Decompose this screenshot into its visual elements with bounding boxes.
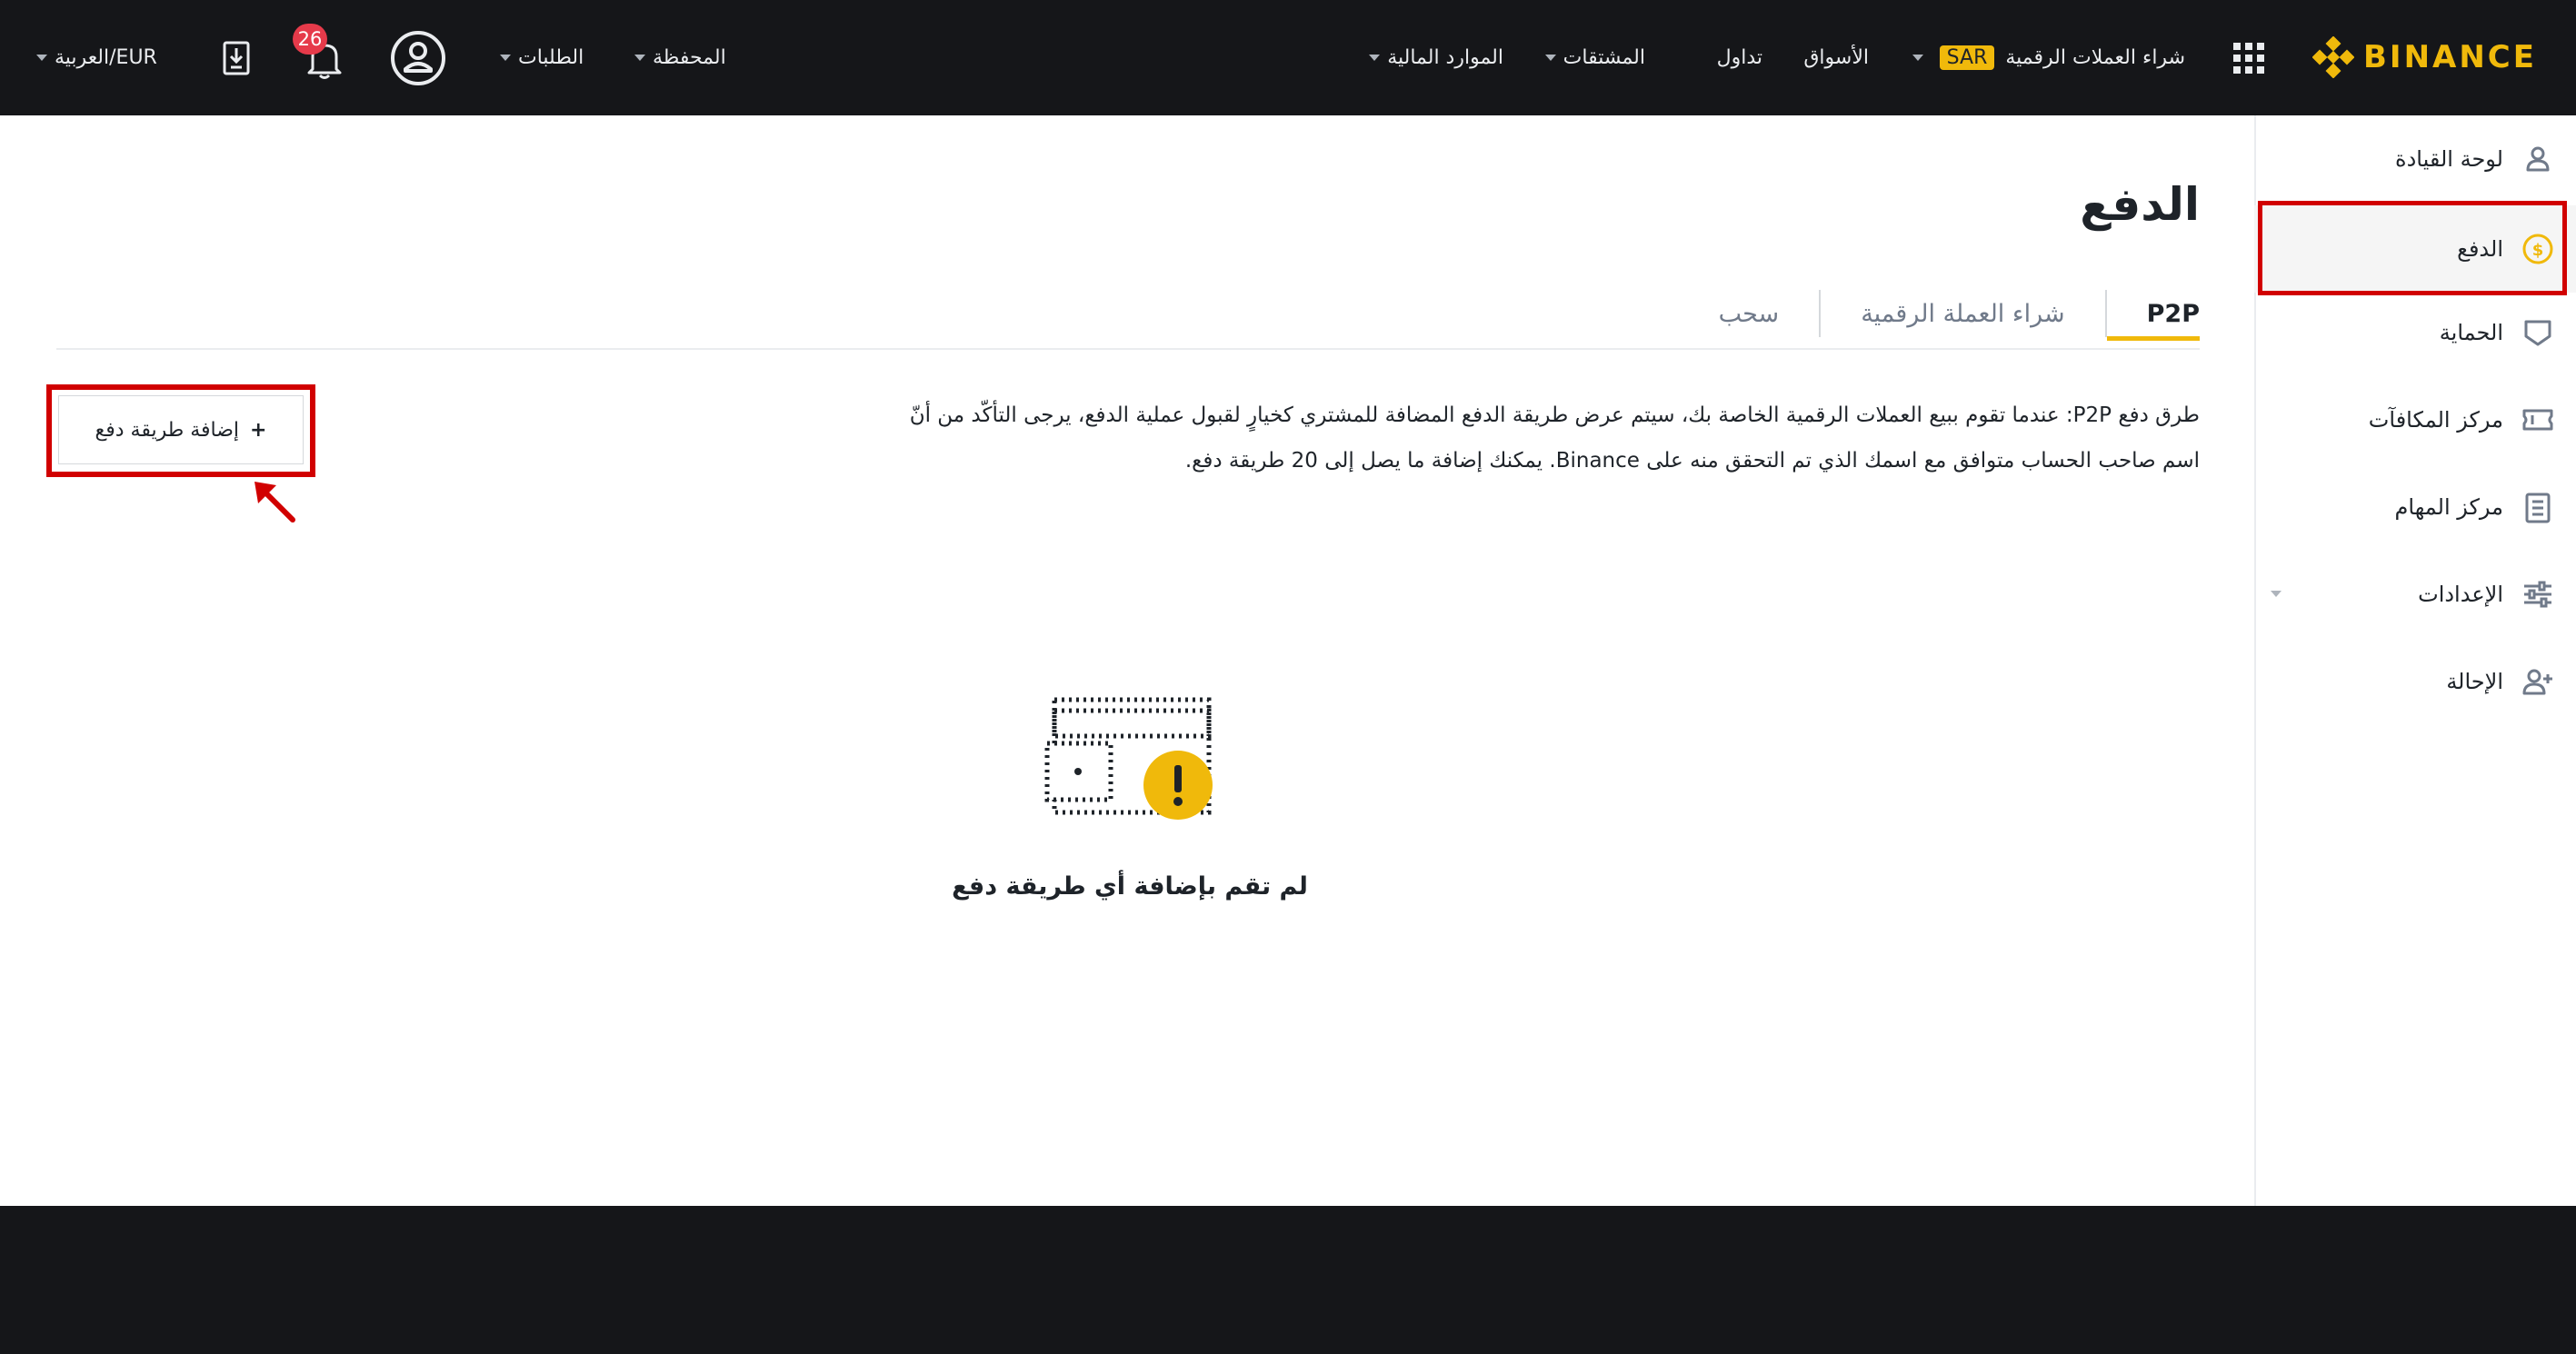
binance-logo-icon xyxy=(2312,36,2354,78)
notification-count-badge: 26 xyxy=(293,24,327,55)
sidebar-item-label: مركز المهام xyxy=(2394,494,2503,520)
sidebar-item-dashboard[interactable]: لوحة القيادة xyxy=(2254,115,2576,203)
nav-finance[interactable]: الموارد المالية xyxy=(1362,0,1503,115)
currency-badge: SAR xyxy=(1939,45,1995,70)
sidebar-item-label: لوحة القيادة xyxy=(2395,146,2503,172)
brand-name: BINANCE xyxy=(2363,39,2537,75)
plus-icon: + xyxy=(250,418,267,442)
chevron-down-icon xyxy=(1369,55,1381,61)
nav-derivatives[interactable]: المشتقات xyxy=(1538,0,1645,115)
footer-bar xyxy=(0,1206,2576,1354)
payment-tabs: P2P شراء العملة الرقمية سحب xyxy=(1679,286,2201,341)
sidebar-item-label: الإحالة xyxy=(2446,669,2503,694)
user-icon xyxy=(2526,146,2550,172)
binance-logo[interactable]: BINANCE xyxy=(2312,35,2537,80)
nav-buy-crypto[interactable]: SAR شراء العملات الرقمية xyxy=(1905,0,2185,115)
nav-wallet-label: المحفظة xyxy=(653,46,726,69)
pointer-arrow-icon xyxy=(255,482,295,523)
sidebar-item-label: الإعدادات xyxy=(2418,582,2503,607)
apps-grid-icon[interactable] xyxy=(2233,43,2264,74)
sidebar-item-security[interactable]: الحماية xyxy=(2254,289,2576,376)
sidebar-item-label: مركز المكافآت xyxy=(2368,407,2503,433)
nav-wallet[interactable]: المحفظة xyxy=(627,0,726,115)
add-payment-method-label: إضافة طريقة دفع xyxy=(95,418,240,442)
sliders-icon xyxy=(2524,581,2551,608)
chevron-down-icon xyxy=(1912,55,1923,61)
sidebar-item-task-center[interactable]: مركز المهام xyxy=(2254,463,2576,551)
sidebar-item-rewards-center[interactable]: مركز المكافآت xyxy=(2254,376,2576,463)
checklist-icon xyxy=(2525,493,2551,523)
shield-icon xyxy=(2524,320,2551,346)
nav-finance-label: الموارد المالية xyxy=(1387,46,1503,69)
nav-orders-label: الطلبات xyxy=(518,46,584,69)
language-currency-label: العربية/EUR xyxy=(55,46,157,69)
nav-markets[interactable]: الأسواق xyxy=(1803,0,1869,115)
nav-markets-label: الأسواق xyxy=(1803,46,1869,69)
nav-derivatives-label: المشتقات xyxy=(1563,46,1645,69)
chevron-down-icon xyxy=(2271,591,2281,597)
nav-orders[interactable]: الطلبات xyxy=(493,0,584,115)
chevron-down-icon xyxy=(1544,55,1556,61)
chevron-down-icon xyxy=(634,55,645,61)
nav-buy-crypto-label: شراء العملات الرقمية xyxy=(2005,46,2185,69)
account-avatar-icon[interactable] xyxy=(389,29,447,87)
ticket-icon xyxy=(2522,409,2553,431)
empty-state-message: لم تقم بإضافة أي طريقة دفع xyxy=(952,872,1308,901)
nav-trade[interactable]: تداول xyxy=(1717,0,1762,115)
chevron-down-icon xyxy=(500,55,511,61)
empty-wallet-icon xyxy=(1044,697,1213,820)
add-user-icon xyxy=(2522,669,2552,695)
tab-buy-crypto[interactable]: شراء العملة الرقمية xyxy=(1821,288,2104,339)
chevron-down-icon xyxy=(36,55,47,61)
language-currency-selector[interactable]: العربية/EUR xyxy=(36,0,157,115)
top-navigation-bar: BINANCE SAR شراء العملات الرقمية الأسواق… xyxy=(0,0,2576,115)
add-payment-method-button[interactable]: إضافة طريقة دفع + xyxy=(58,395,304,464)
sidebar-item-settings[interactable]: الإعدادات xyxy=(2254,551,2576,638)
page-title: الدفع xyxy=(2080,178,2200,231)
tab-p2p[interactable]: P2P xyxy=(2106,288,2201,341)
download-icon[interactable] xyxy=(222,40,251,76)
sidebar-item-referral[interactable]: الإحالة xyxy=(2254,638,2576,725)
tab-withdraw[interactable]: سحب xyxy=(1679,288,1820,339)
payment-highlight-box xyxy=(2258,201,2567,295)
p2p-description: طرق دفع P2P: عندما تقوم ببيع العملات الر… xyxy=(909,403,2200,473)
sidebar-item-label: الحماية xyxy=(2439,320,2503,345)
tabs-divider xyxy=(56,348,2200,350)
nav-trade-label: تداول xyxy=(1716,46,1762,69)
